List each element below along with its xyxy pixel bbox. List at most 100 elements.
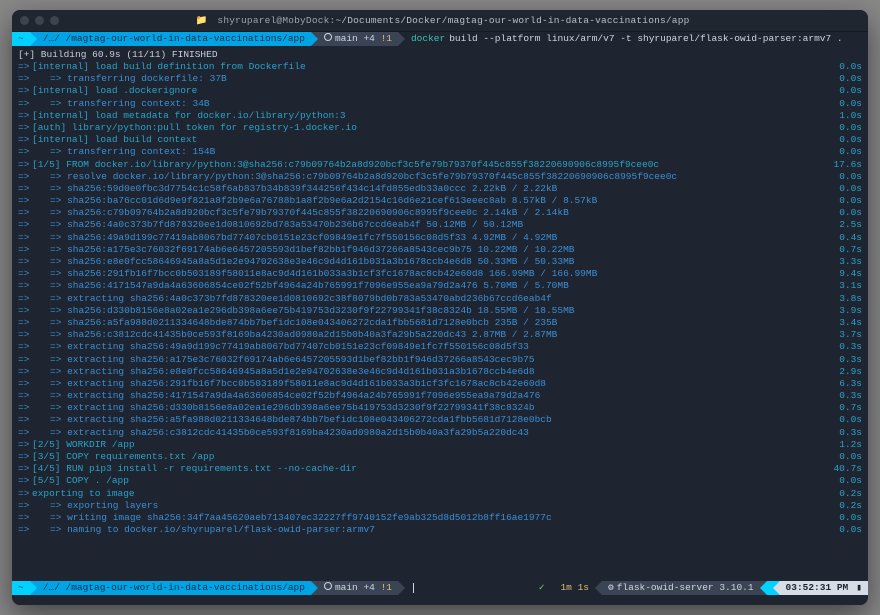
- command-input[interactable]: docker build --platform linux/arm/v7 -t …: [405, 32, 868, 46]
- arrow-icon: =>: [18, 488, 32, 500]
- output-duration: 0.0s: [816, 73, 862, 85]
- arrow-icon: =>: [18, 159, 32, 171]
- chevron-right-icon: [311, 32, 318, 46]
- prompt-line-1[interactable]: ~ /…/ /magtag-our-world-in-data-vaccinat…: [12, 32, 868, 46]
- window-title: 📁 shyruparel@MobyDock:~/Documents/Docker…: [59, 15, 826, 26]
- output-duration: 0.0s: [816, 98, 862, 110]
- command-input-empty[interactable]: [405, 581, 533, 595]
- git-branch-icon: [324, 32, 335, 46]
- status-env-label: flask-owid-server 3.10.1: [617, 581, 754, 595]
- arrow-icon: =>: [18, 366, 32, 378]
- output-message: => transferring context: 154B: [50, 146, 816, 158]
- output-line: =>[internal] load build context0.0s: [12, 134, 868, 146]
- output-line: => => sha256:291fb16f7bcc0b503189f58011e8…: [12, 268, 868, 280]
- arrow-icon: =>: [18, 293, 32, 305]
- output-duration: 0.7s: [816, 244, 862, 256]
- status-elapsed: 1m 1s: [554, 581, 595, 595]
- output-duration: 3.4s: [816, 317, 862, 329]
- close-icon[interactable]: [20, 16, 29, 25]
- output-duration: 0.3s: [816, 390, 862, 402]
- output-duration: 0.0s: [816, 451, 862, 463]
- chevron-right-icon: [30, 581, 37, 595]
- output-duration: 0.0s: [816, 414, 862, 426]
- output-message: => writing image sha256:34f7aa45620aeb71…: [50, 512, 816, 524]
- output-message: => extracting sha256:49a9d199c77419ab806…: [50, 341, 816, 353]
- output-message: [1/5] FROM docker.io/library/python:3@sh…: [32, 159, 816, 171]
- output-duration: 0.7s: [816, 402, 862, 414]
- output-message: => exporting layers: [50, 500, 816, 512]
- output-message: => extracting sha256:a175e3c76032f69174a…: [50, 354, 816, 366]
- bottom-padding: [12, 595, 868, 605]
- output-message: => sha256:59d0e0fbc3d7754c1c58f6ab837b34…: [50, 183, 816, 195]
- output-duration: 0.0s: [816, 122, 862, 134]
- cursor-icon: [413, 583, 414, 593]
- minimize-icon[interactable]: [35, 16, 44, 25]
- output-duration: 0.4s: [816, 232, 862, 244]
- output-duration: 0.2s: [816, 500, 862, 512]
- output-line: =>=> extracting sha256:4a0c373b7fd878320…: [12, 293, 868, 305]
- terminal-output[interactable]: [+] Building 60.9s (11/11) FINISHED =>[i…: [12, 46, 868, 581]
- arrow-icon: =>: [18, 463, 32, 475]
- prompt-line-2[interactable]: ~ /…/ /magtag-our-world-in-data-vaccinat…: [12, 581, 868, 595]
- arrow-icon: =>: [18, 402, 32, 414]
- arrow-icon: =>: [18, 268, 32, 280]
- status-env: flask-owid-server 3.10.1: [602, 581, 760, 595]
- status-check: ✓: [533, 581, 555, 595]
- zoom-icon[interactable]: [50, 16, 59, 25]
- output-message: => extracting sha256:c3812cdc41435b0ce59…: [50, 427, 816, 439]
- branch-label: main +4: [335, 32, 375, 46]
- window-title-userhost: shyruparel@MobyDock:: [217, 15, 335, 26]
- arrow-icon: =>: [18, 207, 32, 219]
- output-duration: 3.8s: [816, 293, 862, 305]
- output-line: =>=> sha256:4a0c373b7fd878320ee1d0810692…: [12, 219, 868, 231]
- arrow-icon: =>: [18, 427, 32, 439]
- output-message: => sha256:c79b09764b2a8d920bcf3c5fe79b79…: [50, 207, 816, 219]
- output-message: [auth] library/python:pull token for reg…: [32, 122, 816, 134]
- output-line: =>=> sha256:d330b8156e8a02ea1e296db398a6…: [12, 305, 868, 317]
- output-message: => transferring dockerfile: 37B: [50, 73, 816, 85]
- arrow-icon: =>: [18, 354, 32, 366]
- output-line: =>=> sha256:4171547a9da4a63606854ce02f52…: [12, 280, 868, 292]
- output-message: => naming to docker.io/shyruparel/flask-…: [50, 524, 816, 536]
- output-line: => => naming to docker.io/shyruparel/flas…: [12, 524, 868, 536]
- output-message: => sha256:291fb16f7bcc0b503189f58011e8ac…: [50, 268, 816, 280]
- chevron-left-icon: [760, 581, 767, 595]
- arrow-icon: =>: [18, 171, 32, 183]
- home-icon: ~: [18, 32, 24, 46]
- output-line: =>[internal] load .dockerignore0.0s: [12, 85, 868, 97]
- output-duration: 2.5s: [816, 219, 862, 231]
- battery-icon: ▮: [854, 581, 868, 595]
- arrow-icon: =>: [18, 524, 32, 536]
- output-message: [5/5] COPY . /app: [32, 475, 816, 487]
- titlebar: 📁 shyruparel@MobyDock:~/Documents/Docker…: [12, 10, 868, 32]
- branch-warn: !1: [381, 581, 392, 595]
- command-keyword: docker: [411, 32, 445, 46]
- output-duration: 0.0s: [816, 512, 862, 524]
- chevron-left-icon: [773, 581, 780, 595]
- output-line: => => sha256:c79b09764b2a8d920bcf3c5fe79b…: [12, 207, 868, 219]
- home-icon: ~: [18, 581, 24, 595]
- output-line: =>=> extracting sha256:291fb16f7bcc0b503…: [12, 378, 868, 390]
- output-message: [internal] load build definition from Do…: [32, 61, 816, 73]
- arrow-icon: =>: [18, 475, 32, 487]
- arrow-icon: =>: [18, 73, 32, 85]
- output-duration: 0.0s: [816, 183, 862, 195]
- arrow-icon: =>: [18, 85, 32, 97]
- arrow-icon: =>: [18, 341, 32, 353]
- arrow-icon: =>: [18, 98, 32, 110]
- output-message: => extracting sha256:d330b8156e8a02ea1e2…: [50, 402, 816, 414]
- output-duration: 9.4s: [816, 268, 862, 280]
- output-message: exporting to image: [32, 488, 816, 500]
- gear-icon: [608, 581, 617, 595]
- output-message: => sha256:ba76cc01d6d9e9f821a8f2b9e6a767…: [50, 195, 816, 207]
- folder-icon: 📁: [195, 15, 207, 26]
- output-line: =>=> sha256:a175e3c76032f69174ab6e645720…: [12, 244, 868, 256]
- arrow-icon: =>: [18, 280, 32, 292]
- output-message: => sha256:a5fa988d0211334648bde874bb7bef…: [50, 317, 816, 329]
- output-duration: 0.3s: [816, 427, 862, 439]
- arrow-icon: =>: [18, 146, 32, 158]
- output-duration: 0.0s: [816, 134, 862, 146]
- output-message: [2/5] WORKDIR /app: [32, 439, 816, 451]
- output-line: =>=> extracting sha256:a5fa988d021133464…: [12, 414, 868, 426]
- output-message: => sha256:a175e3c76032f69174ab6e64572055…: [50, 244, 816, 256]
